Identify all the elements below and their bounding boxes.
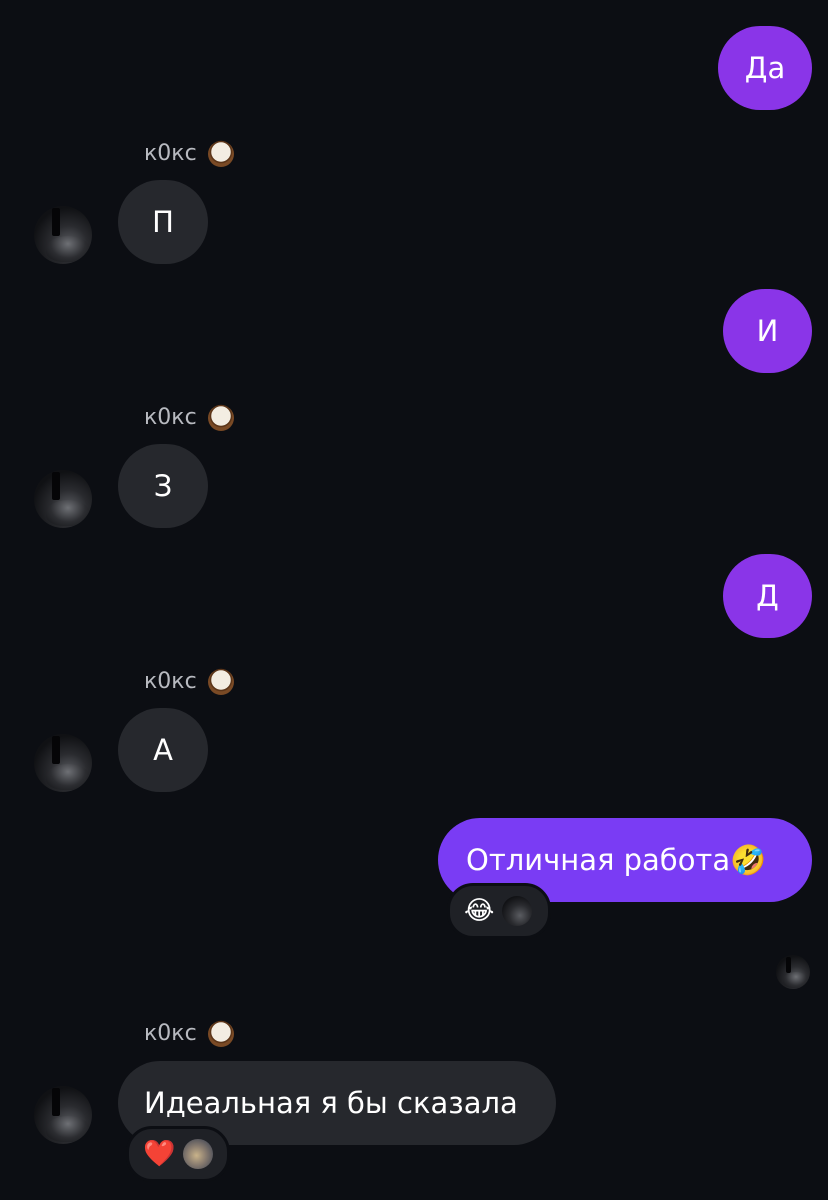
message-text: Да: [744, 51, 786, 85]
contact-avatar[interactable]: [34, 734, 92, 792]
sender-name-label: к0кс: [144, 140, 197, 166]
reaction-pill[interactable]: ❤️: [126, 1126, 230, 1182]
message-text: Д: [756, 579, 779, 613]
message-text: И: [756, 314, 779, 348]
sender-name: к0кс: [144, 401, 237, 433]
sender-name-label: к0кс: [144, 1020, 197, 1046]
message-text: П: [152, 205, 174, 239]
coconut-icon: [207, 404, 234, 431]
sender-name: к0кс: [144, 1017, 237, 1049]
sender-name: к0кс: [144, 665, 237, 697]
reactor-avatar: [502, 896, 533, 926]
reaction-pill[interactable]: 😂: [447, 883, 551, 939]
reaction-emoji: 😂: [464, 896, 495, 926]
message-text: Отличная работа🤣: [466, 842, 767, 877]
incoming-message[interactable]: А: [118, 708, 208, 792]
outgoing-message[interactable]: Да: [718, 26, 812, 110]
message-text: Идеальная я бы сказала: [144, 1086, 518, 1120]
incoming-message[interactable]: З: [118, 444, 208, 528]
coconut-icon: [207, 668, 234, 695]
contact-avatar[interactable]: [34, 206, 92, 264]
sender-name: к0кс: [144, 137, 237, 169]
sender-name-label: к0кс: [144, 668, 197, 694]
reaction-emoji: ❤️: [143, 1139, 176, 1169]
seen-avatar-icon: [776, 955, 810, 989]
coconut-icon: [207, 140, 234, 167]
contact-avatar[interactable]: [34, 1086, 92, 1144]
message-text: А: [153, 733, 173, 767]
sender-name-label: к0кс: [144, 404, 197, 430]
incoming-message[interactable]: П: [118, 180, 208, 264]
outgoing-message[interactable]: Д: [723, 554, 812, 638]
reactor-avatar: [183, 1139, 213, 1169]
coconut-icon: [207, 1020, 234, 1047]
contact-avatar[interactable]: [34, 470, 92, 528]
outgoing-message[interactable]: И: [723, 289, 812, 373]
message-text: З: [153, 469, 173, 503]
